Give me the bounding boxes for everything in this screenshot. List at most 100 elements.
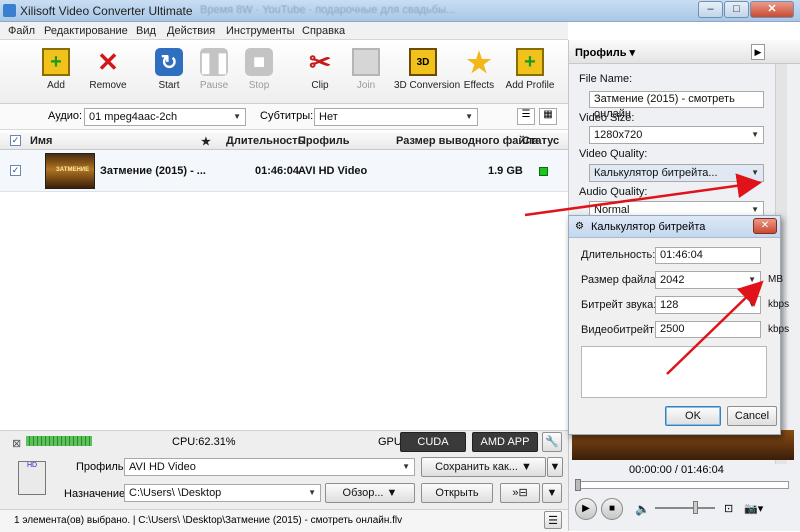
- cancel-button[interactable]: Cancel: [727, 406, 777, 426]
- profile-header-title[interactable]: Профиль ▾: [575, 46, 635, 59]
- audio-quality-label: Audio Quality:: [579, 186, 648, 198]
- column-star[interactable]: ★: [201, 135, 211, 148]
- status-bar: 1 элемента(ов) выбрано. | C:\Users\ \Des…: [0, 509, 568, 532]
- ok-button[interactable]: OK: [665, 406, 721, 426]
- menu-file[interactable]: Файл: [8, 25, 35, 37]
- 3d-conversion-button[interactable]: 3D 3D Conversion: [394, 44, 461, 91]
- remove-label: Remove: [89, 80, 127, 91]
- table-row[interactable]: ✓ ЗАТМЕНИЕ Затмение (2015) - ... 01:46:0…: [0, 150, 568, 192]
- volume-handle[interactable]: [693, 501, 698, 514]
- video-quality-value: Калькулятор битрейта...: [594, 167, 718, 179]
- settings-wrench-icon[interactable]: 🔧: [542, 432, 562, 452]
- play-arrow-icon[interactable]: ▶: [751, 44, 765, 60]
- profile-select[interactable]: AVI HD Video ▼: [124, 458, 415, 476]
- menu-actions[interactable]: Действия: [167, 25, 215, 37]
- select-all-checkbox[interactable]: ✓: [10, 135, 21, 146]
- bottom-panel: ⊠ CPU:62.31% GPU: CUDA AMD APP 🔧 HD Проф…: [0, 430, 568, 532]
- save-as-button[interactable]: Сохранить как... ▼: [421, 457, 546, 477]
- thumbnail-text: ЗАТМЕНИЕ: [56, 167, 90, 173]
- file-profile: AVI HD Video: [298, 165, 368, 177]
- destination-input[interactable]: C:\Users\ \Desktop ▼: [124, 484, 321, 502]
- join-film-icon: [352, 48, 380, 76]
- menu-view[interactable]: Вид: [136, 25, 156, 37]
- remove-icon: ✕: [97, 46, 119, 77]
- cpu-graph: [26, 436, 92, 446]
- chevron-down-icon: ▼: [751, 168, 759, 177]
- destination-value: C:\Users\ \Desktop: [129, 487, 222, 499]
- camera-icon[interactable]: 📷▾: [744, 502, 763, 515]
- bitrate-calculator-dialog: ⚙ Калькулятор битрейта ✕ Длительность: 0…: [568, 215, 789, 435]
- stop-button[interactable]: ■ Stop: [231, 44, 287, 91]
- menu-help[interactable]: Справка: [302, 25, 345, 37]
- chevron-down-icon: ▼: [233, 112, 241, 121]
- 3d-conversion-label: 3D Conversion: [394, 80, 461, 91]
- transfer-options-button[interactable]: ▼: [542, 483, 562, 503]
- file-size-unit: MB: [768, 274, 783, 285]
- transfer-icon[interactable]: »⊟: [500, 483, 540, 503]
- duration-input[interactable]: 01:46:04: [655, 247, 761, 264]
- column-size[interactable]: Размер выводного файла: [396, 135, 538, 147]
- status-text: 1 элемента(ов) выбрано. | C:\Users\ \Des…: [14, 515, 403, 526]
- remove-button[interactable]: ✕ Remove: [80, 44, 136, 92]
- volume-icon[interactable]: 🔈: [635, 502, 650, 516]
- audio-bitrate-unit: kbps: [768, 299, 790, 310]
- amd-app-button[interactable]: AMD APP: [472, 432, 538, 452]
- stop-icon[interactable]: ■: [601, 498, 623, 520]
- video-size-select[interactable]: 1280x720 ▼: [589, 126, 764, 144]
- seek-bar[interactable]: [577, 481, 789, 489]
- browse-button[interactable]: Обзор... ▼: [325, 483, 415, 503]
- video-thumbnail: ЗАТМЕНИЕ: [45, 153, 95, 189]
- profile-label: Профиль:: [76, 461, 127, 473]
- open-button[interactable]: Открыть: [421, 483, 493, 503]
- grid-view-icon[interactable]: ▦: [539, 108, 557, 125]
- column-name[interactable]: Имя: [30, 135, 52, 147]
- window-title: Xilisoft Video Converter Ultimate: [20, 4, 193, 18]
- join-button[interactable]: Join: [338, 44, 394, 91]
- file-duration: 01:46:04: [255, 165, 300, 177]
- menu-tools[interactable]: Инструменты: [226, 25, 295, 37]
- profile-panel-header: Профиль ▾ ▶: [569, 40, 800, 64]
- audio-bitrate-select[interactable]: 128 ▼: [655, 296, 761, 314]
- subtitles-select[interactable]: Нет ▼: [314, 108, 478, 126]
- video-quality-label: Video Quality:: [579, 148, 648, 160]
- column-status[interactable]: Статус: [522, 135, 559, 147]
- add-button[interactable]: + Add: [28, 44, 84, 91]
- audio-track-select[interactable]: 01 mpeg4aac-2ch ▼: [84, 108, 246, 126]
- dialog-icon: ⚙: [575, 221, 584, 232]
- dialog-close-button[interactable]: ✕: [753, 218, 777, 234]
- chevron-down-icon: ▼: [748, 275, 756, 284]
- menu-edit[interactable]: Редактирование: [44, 25, 128, 37]
- stop-label: Stop: [248, 80, 270, 91]
- profile-options-button[interactable]: ▼: [547, 457, 563, 477]
- chevron-down-icon: ▼: [402, 462, 410, 471]
- scissors-icon: ✂: [309, 46, 331, 77]
- hd-profile-icon: HD: [18, 461, 46, 495]
- file-name-input[interactable]: Затмение (2015) - смотреть онлайн: [589, 91, 764, 120]
- options-bar: Аудио: 01 mpeg4aac-2ch ▼ Субтитры: Нет ▼ ☰…: [0, 104, 568, 130]
- close-button[interactable]: ✕: [750, 1, 794, 18]
- add-profile-button[interactable]: + Add Profile: [500, 44, 560, 91]
- log-list-icon[interactable]: ☰: [544, 511, 562, 529]
- profile-header-label: Профиль: [575, 47, 627, 59]
- snapshot-window-icon[interactable]: ⊡: [724, 502, 733, 515]
- collapse-icon[interactable]: ⊠: [12, 437, 21, 450]
- column-duration[interactable]: Длительность: [226, 135, 304, 147]
- chevron-down-icon: ▼: [308, 488, 316, 497]
- star-effects-icon: ★: [466, 46, 492, 78]
- play-icon[interactable]: ▶: [575, 498, 597, 520]
- minimize-button[interactable]: –: [698, 1, 723, 18]
- effects-button[interactable]: ★ Effects: [451, 44, 507, 92]
- maximize-button[interactable]: □: [724, 1, 749, 18]
- column-profile[interactable]: Профиль: [298, 135, 349, 147]
- file-size-input[interactable]: 2042 ▼: [655, 271, 761, 289]
- volume-slider[interactable]: [655, 507, 715, 509]
- row-checkbox[interactable]: ✓: [10, 165, 21, 176]
- list-view-icon[interactable]: ☰: [517, 108, 535, 125]
- video-bitrate-label: Видеобитрейт:: [581, 324, 658, 336]
- chevron-down-icon: ▼: [751, 130, 759, 139]
- video-quality-select[interactable]: Калькулятор битрейта... ▼: [589, 164, 764, 182]
- video-bitrate-input[interactable]: 2500: [655, 321, 761, 338]
- seek-handle[interactable]: [575, 479, 581, 491]
- cuda-button[interactable]: CUDA: [400, 432, 466, 452]
- file-list-empty-area[interactable]: [0, 192, 568, 430]
